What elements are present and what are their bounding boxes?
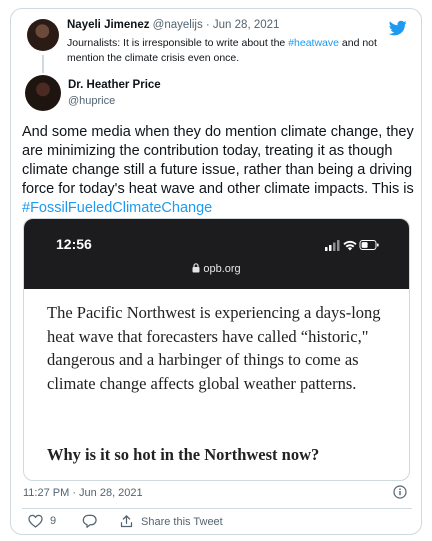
share-button[interactable]: Share this Tweet <box>119 514 223 529</box>
quoted-tweet-text: Journalists: It is irresponsible to writ… <box>67 36 397 66</box>
battery-icon <box>359 240 379 250</box>
url-text: opb.org <box>203 263 241 275</box>
share-icon <box>120 515 133 528</box>
like-count: 9 <box>50 515 57 527</box>
tweet-image[interactable]: 12:56 opb.org The Pacific Northwest is e… <box>23 218 410 481</box>
quoted-header: Nayeli Jimenez @nayelijs · Jun 28, 2021 <box>67 19 279 31</box>
like-button[interactable]: 9 <box>28 514 56 528</box>
status-icons <box>325 240 379 251</box>
phone-time: 12:56 <box>56 236 92 252</box>
quoted-hashtag-link[interactable]: #heatwave <box>288 37 339 49</box>
signal-icon <box>325 240 340 251</box>
tweet-hashtag-link[interactable]: #FossilFueledClimateChange <box>22 200 212 216</box>
reply-button[interactable] <box>82 514 104 528</box>
wifi-icon <box>343 240 357 251</box>
quoted-author-name[interactable]: Nayeli Jimenez <box>67 19 149 31</box>
heart-icon <box>28 514 43 528</box>
tweet-timestamp[interactable]: 11:27 PM · Jun 28, 2021 <box>23 487 143 499</box>
quoted-text-before: Journalists: It is irresponsible to writ… <box>67 37 289 49</box>
tweet-body: And some media when they do mention clim… <box>22 124 414 197</box>
article-paragraph: The Pacific Northwest is experiencing a … <box>47 303 381 393</box>
reply-icon <box>82 514 97 528</box>
phone-status-bar: 12:56 opb.org <box>24 219 409 289</box>
article-heading: Why is it so hot in the Northwest now? <box>47 445 320 464</box>
twitter-bird-icon[interactable] <box>389 19 407 37</box>
author-avatar[interactable] <box>25 75 61 111</box>
url-bar: opb.org <box>24 263 409 275</box>
share-label: Share this Tweet <box>141 515 223 528</box>
tweet-text: And some media when they do mention clim… <box>22 123 418 218</box>
quoted-avatar[interactable] <box>27 19 59 51</box>
footer-divider <box>22 508 412 509</box>
thread-line <box>42 55 44 73</box>
tweet-card: Nayeli Jimenez @nayelijs · Jun 28, 2021 … <box>10 8 422 535</box>
quoted-author-meta: @nayelijs · Jun 28, 2021 <box>149 19 280 31</box>
info-icon[interactable] <box>393 485 407 499</box>
author-name[interactable]: Dr. Heather Price <box>68 79 161 91</box>
author-handle[interactable]: @huprice <box>68 95 115 107</box>
lock-icon <box>192 263 200 273</box>
